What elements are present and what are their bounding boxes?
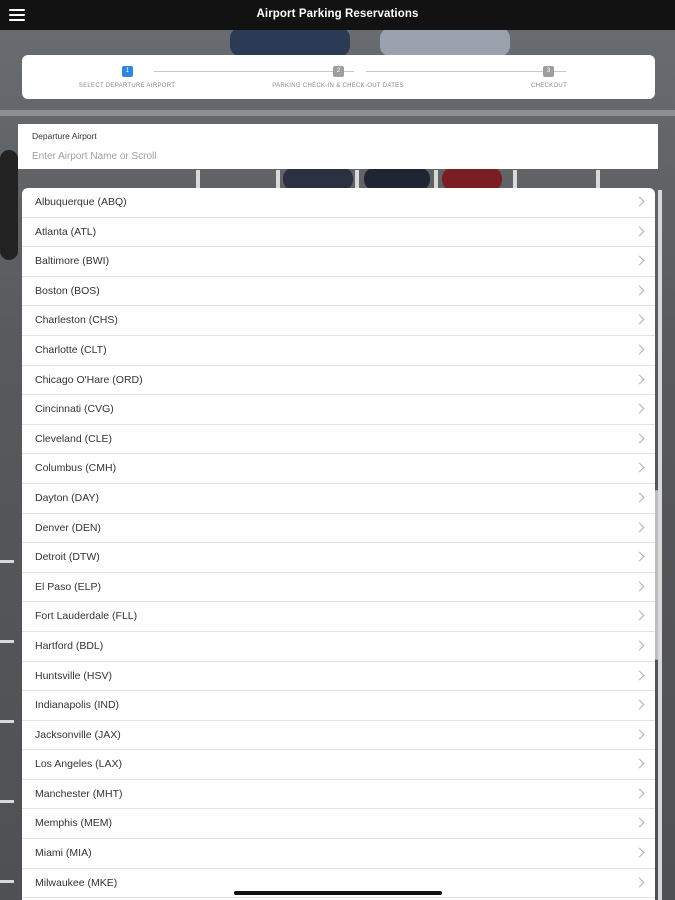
chevron-right-icon xyxy=(634,374,645,385)
airport-list-item[interactable]: Indianapolis (IND) xyxy=(22,691,655,721)
chevron-right-icon xyxy=(634,522,645,532)
airport-list-item[interactable]: Baltimore (BWI) xyxy=(22,247,655,277)
airport-list-item[interactable]: Cleveland (CLE) xyxy=(22,425,655,455)
chevron-right-icon xyxy=(634,670,645,680)
airport-list: Albuquerque (ABQ) Atlanta (ATL) Baltimore … xyxy=(22,188,655,900)
step-3-label: CHECKOUT xyxy=(530,83,568,89)
chevron-right-icon xyxy=(634,581,645,592)
chevron-right-icon xyxy=(634,403,645,414)
airport-search-input[interactable] xyxy=(30,146,634,166)
step-connector xyxy=(366,71,566,72)
airport-list-item[interactable]: Charlotte (CLT) xyxy=(22,336,655,366)
airport-list-item[interactable]: Columbus (CMH) xyxy=(22,454,655,484)
airport-name: Memphis (MEM) xyxy=(35,817,113,830)
chevron-right-icon xyxy=(634,610,645,621)
airport-list-item[interactable]: Cincinnati (CVG) xyxy=(22,395,655,425)
chevron-right-icon xyxy=(634,255,645,266)
chevron-right-icon xyxy=(634,462,645,473)
step-connector xyxy=(154,71,354,72)
airport-name: Hartford (BDL) xyxy=(35,639,104,652)
airport-list-item[interactable]: Jacksonville (JAX) xyxy=(22,721,655,751)
airport-name: Fort Lauderdale (FLL) xyxy=(35,610,138,623)
airport-list-item[interactable]: Boston (BOS) xyxy=(22,277,655,307)
airport-name: Baltimore (BWI) xyxy=(35,255,110,268)
airport-name: Huntsville (HSV) xyxy=(35,669,113,682)
chevron-right-icon xyxy=(634,196,645,207)
airport-list-item[interactable]: Chicago O'Hare (ORD) xyxy=(22,366,655,396)
step-2-indicator: 2 xyxy=(333,66,344,77)
chevron-right-icon xyxy=(634,551,645,562)
chevron-right-icon xyxy=(634,492,645,503)
chevron-right-icon xyxy=(634,847,645,858)
step-2-label: PARKING CHECK-IN & CHECK-OUT DATES xyxy=(272,83,404,89)
chevron-right-icon xyxy=(634,314,645,325)
airport-list-item[interactable]: Charleston (CHS) xyxy=(22,306,655,336)
airport-list-item[interactable]: Miami (MIA) xyxy=(22,839,655,869)
airport-name: Denver (DEN) xyxy=(35,521,101,534)
airport-name: Los Angeles (LAX) xyxy=(35,758,122,771)
airport-list-item[interactable]: El Paso (ELP) xyxy=(22,573,655,603)
airport-name: Dayton (DAY) xyxy=(35,491,99,504)
chevron-right-icon xyxy=(634,877,645,888)
airport-name: Manchester (MHT) xyxy=(35,787,123,800)
airport-name: Jacksonville (JAX) xyxy=(35,728,121,741)
airport-name: Charleston (CHS) xyxy=(35,314,118,327)
app-bar: Airport Parking Reservations xyxy=(0,0,675,30)
airport-name: Columbus (CMH) xyxy=(35,462,117,475)
app-title: Airport Parking Reservations xyxy=(256,8,419,20)
airport-list-item[interactable]: Manchester (MHT) xyxy=(22,780,655,810)
step-1-label: SELECT DEPARTURE AIRPORT xyxy=(78,83,176,89)
chevron-right-icon xyxy=(634,344,645,355)
chevron-right-icon xyxy=(634,640,645,651)
scrollbar[interactable] xyxy=(655,490,658,660)
chevron-right-icon xyxy=(634,758,645,769)
departure-airport-field: Departure Airport xyxy=(18,124,658,169)
airport-name: Albuquerque (ABQ) xyxy=(35,196,127,208)
airport-name: Chicago O'Hare (ORD) xyxy=(35,373,143,386)
chevron-right-icon xyxy=(634,788,645,799)
departure-airport-label: Departure Airport xyxy=(32,131,97,141)
airport-name: Cleveland (CLE) xyxy=(35,432,113,445)
airport-name: Indianapolis (IND) xyxy=(35,699,120,712)
airport-list-item[interactable]: Detroit (DTW) xyxy=(22,543,655,573)
chevron-right-icon xyxy=(634,699,645,710)
airport-list-item[interactable]: Dayton (DAY) xyxy=(22,484,655,514)
airport-list-item[interactable]: Huntsville (HSV) xyxy=(22,662,655,692)
airport-name: Boston (BOS) xyxy=(35,284,100,297)
airport-name: Miami (MIA) xyxy=(35,847,92,860)
airport-name: Cincinnati (CVG) xyxy=(35,403,114,416)
airport-list-item[interactable]: Los Angeles (LAX) xyxy=(22,750,655,780)
airport-name: Atlanta (ATL) xyxy=(35,225,97,238)
chevron-right-icon xyxy=(634,818,645,828)
home-indicator xyxy=(234,891,442,895)
airport-name: Detroit (DTW) xyxy=(35,551,100,564)
step-3-indicator: 3 xyxy=(543,66,554,77)
airport-list-item[interactable]: Atlanta (ATL) xyxy=(22,218,655,248)
chevron-right-icon xyxy=(634,285,645,296)
chevron-right-icon xyxy=(634,729,645,740)
airport-name: Milwaukee (MKE) xyxy=(35,876,118,889)
airport-list-item[interactable]: Hartford (BDL) xyxy=(22,632,655,662)
airport-name: El Paso (ELP) xyxy=(35,580,101,593)
airport-list-item[interactable]: Fort Lauderdale (FLL) xyxy=(22,602,655,632)
chevron-right-icon xyxy=(634,226,645,237)
airport-list-item[interactable]: Memphis (MEM) xyxy=(22,809,655,840)
airport-list-item[interactable]: Albuquerque (ABQ) xyxy=(22,188,655,218)
chevron-right-icon xyxy=(634,433,645,444)
airport-name: Charlotte (CLT) xyxy=(35,343,107,356)
progress-stepper: 1 SELECT DEPARTURE AIRPORT 2 PARKING CHE… xyxy=(22,55,655,99)
step-1-indicator: 1 xyxy=(122,66,133,77)
airport-list-item[interactable]: Denver (DEN) xyxy=(22,514,655,544)
